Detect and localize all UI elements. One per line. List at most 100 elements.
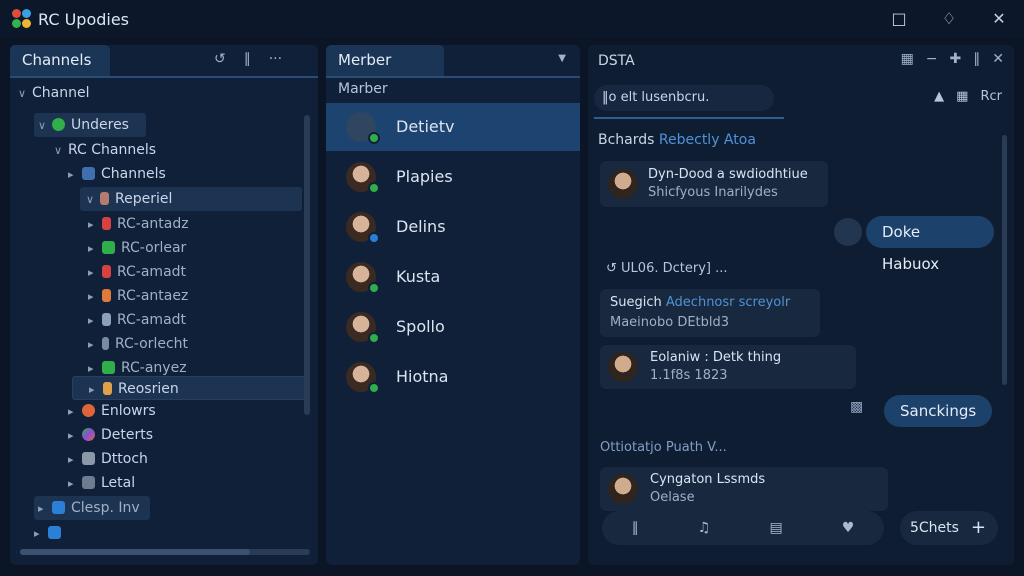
channel-icon [82,167,95,180]
tree-item-rc-antadz[interactable]: ▸ RC-antadz [88,212,189,236]
scrollbar-vertical[interactable] [304,115,310,415]
user-icon [103,382,112,395]
play-icon [52,501,65,514]
tree-item-reperiel[interactable]: ∨ Reperiel [80,187,302,211]
chevron-right-icon: ▸ [68,429,74,442]
tree-item-rc-amadt-2[interactable]: ▸ RC-amadt [88,308,186,332]
chevron-right-icon: ▸ [68,405,74,418]
tree-item-play[interactable]: ▸ [34,521,67,545]
member-row[interactable]: Kusta [326,253,580,301]
minimize-icon[interactable]: − [926,51,938,67]
channel-icon [102,241,115,254]
avatar [608,474,638,504]
chevron-right-icon: ▸ [88,314,94,327]
member-row[interactable]: Delins [326,203,580,251]
reaction-pill[interactable]: Sanckings [884,395,993,427]
chevron-right-icon: ▸ [88,242,94,255]
tree-item-rc-antaez[interactable]: ▸ RC-antaez [88,284,188,308]
bell-icon[interactable]: ♢ [938,8,960,30]
channel-icon [102,289,111,302]
close-icon[interactable]: ✕ [992,51,1004,67]
mic-icon [100,192,109,205]
channel-icon [102,313,111,326]
message-bubble[interactable]: Eolaniw : Detk thing 1.1f8s 1823 [600,345,856,389]
tree-item-enlowrs[interactable]: ▸ Enlowrs [68,399,156,423]
scrollbar-vertical[interactable] [1002,135,1007,385]
tree-item-rc-amadt[interactable]: ▸ RC-amadt [88,260,186,284]
top-right-label[interactable]: Rcr [980,89,1002,104]
member-row[interactable]: Detietv [326,103,580,151]
chevron-right-icon: ▸ [68,453,74,466]
close-icon[interactable]: ✕ [988,8,1010,30]
chat-bubble-icon[interactable]: ▩ [850,399,863,415]
status-badge-icon [368,232,380,244]
attach-icon[interactable]: ▤ [769,520,782,536]
member-row[interactable]: Plapies [326,153,580,201]
tree-item-underes[interactable]: ∨ Underes [34,113,146,137]
search-input[interactable]: ‖o elt lusenbcru. [594,85,774,111]
doc-icon [82,452,95,465]
app-logo-icon [12,9,32,29]
online-badge-icon [368,332,380,344]
scrollbar-horizontal[interactable] [20,549,310,555]
tree-item-reosrien[interactable]: ▸ Reosrien [72,376,310,400]
tree-item-clesp[interactable]: ▸ Clesp. Inv [34,496,150,520]
folder-icon[interactable]: □ [888,8,910,30]
audio-icon[interactable]: ∥ [632,520,639,536]
phone-icon [52,118,65,131]
member-row[interactable]: Hiotna [326,353,580,401]
reply-icon: ↺ [606,261,617,276]
bell-icon[interactable]: ▲ [934,89,944,104]
divider-label: ↺ UL06. Dctery] ... [606,261,728,276]
chevron-right-icon: ▸ [34,527,40,540]
chevron-right-icon: ▸ [88,266,94,279]
more-icon[interactable]: ··· [269,51,282,67]
online-badge-icon [368,182,380,194]
dropdown-caret-icon[interactable]: ▼ [558,53,566,64]
send-button[interactable]: 5Chets + [900,511,998,545]
audio-icon[interactable]: ∥ [244,51,251,67]
message-bubble[interactable]: Suegich Adechnosr screyolr Maeinobo DEtb… [600,289,820,337]
chevron-down-icon: ∨ [86,193,95,206]
channel-icon [102,361,115,374]
tree-item-channel[interactable]: ∨ Channel [18,81,89,105]
chat-panel: DSTA ▦ − ✚ ∥ ✕ ‖o elt lusenbcru. ▲ ▦ Rcr… [588,45,1014,565]
tree-item-rc-orlecht[interactable]: ▸ RC-orlecht [88,332,188,356]
tree-item-channels[interactable]: ▸ Channels [68,162,166,186]
chevron-down-icon: ∨ [38,119,47,132]
members-subheader: Marber [338,81,388,97]
tree-item-dttoch[interactable]: ▸ Dttoch [68,447,148,471]
member-row[interactable]: Spollo [326,303,580,351]
chevron-right-icon: ▸ [88,338,94,351]
tab-members[interactable]: Merber [326,45,444,76]
avatar [834,218,862,246]
plus-icon: + [970,517,986,538]
tree-item-deterts[interactable]: ▸ Deterts [68,423,153,447]
channels-panel: Channels ↺ ∥ ··· ∨ Channel ∨ Underes ∨ RC C… [10,45,318,565]
section-header: Ottiotatjo Puath V... [600,440,727,455]
tree-item-rc-channels[interactable]: ∨ RC Channels [54,138,156,162]
app-title: RC Upodies [38,9,130,29]
message-bubble[interactable]: Dyn-Dood a swdiodhtiue Shicfyous Inarily… [600,161,828,207]
pin-icon[interactable]: ✚ [950,51,962,67]
play-icon [48,526,61,539]
tree-item-letal[interactable]: ▸ Letal [68,471,135,495]
speaker-icon[interactable]: ♫ [698,520,711,536]
folder-icon[interactable]: ▦ [956,89,968,104]
reaction-pill[interactable]: Doke Habuox [834,216,994,273]
window-icon[interactable]: ▦ [901,51,914,67]
title-bar: RC Upodies □ ♢ ✕ [0,0,1024,38]
heart-icon[interactable]: ♥ [842,520,855,536]
refresh-icon[interactable]: ↺ [214,51,226,67]
online-badge-icon [368,132,380,144]
tree-item-rc-orlear[interactable]: ▸ RC-orlear [88,236,186,260]
chevron-right-icon: ▸ [68,168,74,181]
chevron-right-icon: ▸ [88,218,94,231]
avatar [608,352,638,382]
members-panel: Merber ▼ Marber Detietv Plapies Delins K… [326,45,580,565]
audio-icon[interactable]: ∥ [973,51,980,67]
section-header: Bchards Rebectly Atoa [598,132,756,148]
tab-channels[interactable]: Channels [10,45,110,76]
message-bubble[interactable]: Cyngaton Lssmds Oelase [600,467,888,511]
online-badge-icon [368,282,380,294]
